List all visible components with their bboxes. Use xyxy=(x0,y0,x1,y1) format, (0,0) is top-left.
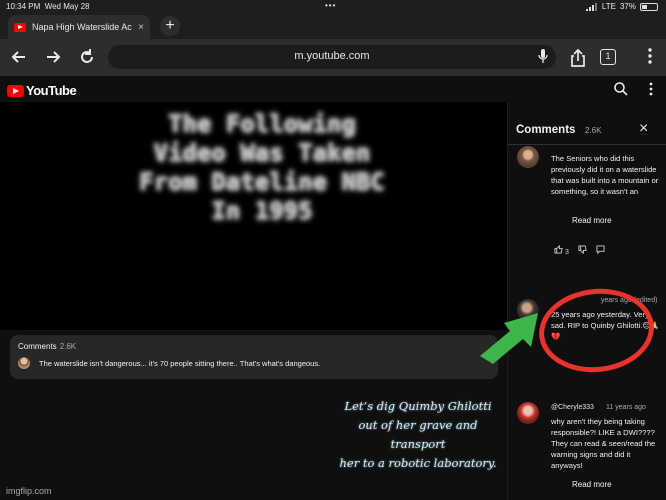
tabs-icon[interactable]: 1 xyxy=(600,49,616,65)
browser-tab[interactable]: Napa High Waterslide Ac × xyxy=(8,15,150,39)
signal-icon xyxy=(585,2,597,11)
read-more-button[interactable]: Read more xyxy=(572,216,612,225)
comments-teaser-header: Comments 2.6K xyxy=(18,342,77,351)
caption-line: her to a robotic laboratory. xyxy=(339,456,497,470)
url-text: m.youtube.com xyxy=(294,50,370,62)
video-player[interactable]: The Following Video Was Taken From Datel… xyxy=(0,102,507,330)
address-bar[interactable]: m.youtube.com xyxy=(108,45,556,69)
dislike-button[interactable] xyxy=(578,245,587,256)
search-icon[interactable] xyxy=(613,81,629,97)
tab-close-button[interactable]: × xyxy=(138,22,144,33)
comments-teaser[interactable]: Comments 2.6K The waterslide isn't danger… xyxy=(10,335,498,379)
menu-icon[interactable] xyxy=(640,48,660,68)
reload-icon[interactable] xyxy=(77,48,97,68)
thumbs-up-icon xyxy=(554,244,563,254)
reply-button[interactable] xyxy=(596,245,605,256)
comment-text: why aren't they being taking responsible… xyxy=(551,417,656,470)
caption-line: Let’s dig Quimby Ghilotti xyxy=(344,399,492,413)
battery-percent: 37% xyxy=(619,2,636,11)
read-more-button[interactable]: Read more xyxy=(572,480,612,489)
green-arrow-icon xyxy=(480,313,538,364)
overlay-line: Video Was Taken xyxy=(153,139,371,167)
status-right: LTE 37% xyxy=(585,2,658,11)
tab-title: Napa High Waterslide Ac xyxy=(32,22,132,32)
browser-toolbar: m.youtube.com 1 xyxy=(0,39,666,76)
thumbs-down-icon xyxy=(578,245,587,255)
youtube-logo[interactable]: YouTube xyxy=(7,83,77,98)
youtube-header: YouTube xyxy=(0,76,666,102)
comments-panel-title: Comments xyxy=(516,124,576,136)
network-label: LTE xyxy=(601,2,616,11)
top-comment-text: The waterslide isn't dangerous... it's 7… xyxy=(39,359,321,368)
tab-strip: Napa High Waterslide Ac × + xyxy=(0,13,666,39)
youtube-favicon-icon xyxy=(14,22,26,32)
status-bar: 10:34 PM Wed May 28 ••• LTE 37% xyxy=(0,0,666,13)
new-tab-button[interactable]: + xyxy=(160,16,180,36)
battery-icon xyxy=(640,2,658,11)
meme-caption: Let’s dig Quimby Ghilotti out of her gra… xyxy=(332,397,504,473)
imgflip-watermark: imgflip.com xyxy=(6,486,52,496)
overlay-line: From Dateline NBC xyxy=(139,168,385,196)
reply-icon xyxy=(596,245,605,255)
more-icon[interactable] xyxy=(643,81,659,97)
divider xyxy=(508,144,666,145)
youtube-logo-icon xyxy=(7,84,24,97)
youtube-wordmark: YouTube xyxy=(26,83,77,98)
multitask-dots-icon[interactable]: ••• xyxy=(325,1,336,10)
overlay-line: The Following xyxy=(168,110,356,138)
close-icon[interactable]: × xyxy=(639,120,648,138)
avatar[interactable] xyxy=(517,146,539,168)
back-icon[interactable] xyxy=(9,48,29,68)
video-overlay-text: The Following Video Was Taken From Datel… xyxy=(112,110,412,226)
comment-text: The Seniors who did this previously did … xyxy=(551,154,659,196)
caption-line: out of her grave and transport xyxy=(358,418,478,451)
comments-count: 2.6K xyxy=(585,126,602,135)
share-icon[interactable] xyxy=(568,48,588,68)
mic-icon[interactable] xyxy=(538,49,548,64)
like-button[interactable]: 3 xyxy=(554,244,569,256)
comment-author[interactable]: @Cheryle333 xyxy=(551,404,594,411)
avatar[interactable] xyxy=(517,402,539,424)
comment-meta: 11 years ago xyxy=(606,404,646,411)
forward-icon[interactable] xyxy=(43,48,63,68)
avatar xyxy=(18,357,30,369)
comment-actions: 3 xyxy=(554,244,605,256)
overlay-line: In 1995 xyxy=(211,197,313,225)
status-time: 10:34 PM Wed May 28 xyxy=(6,2,90,11)
